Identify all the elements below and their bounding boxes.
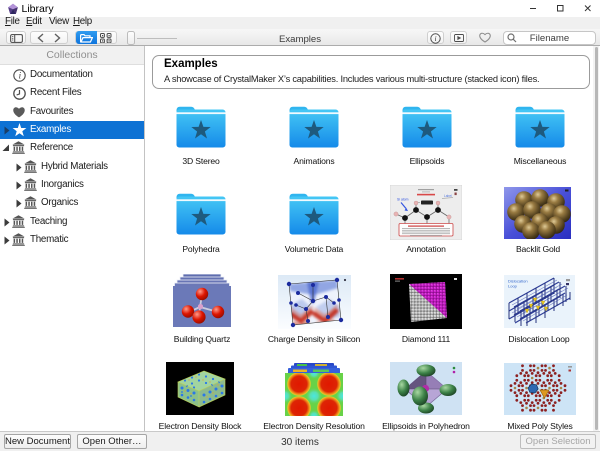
svg-text:Si atom: Si atom [397,198,409,202]
svg-text:i: i [19,70,22,80]
svg-text:Label: Label [444,194,452,198]
svg-text:Loop: Loop [508,284,518,289]
svg-text:i: i [434,34,436,43]
